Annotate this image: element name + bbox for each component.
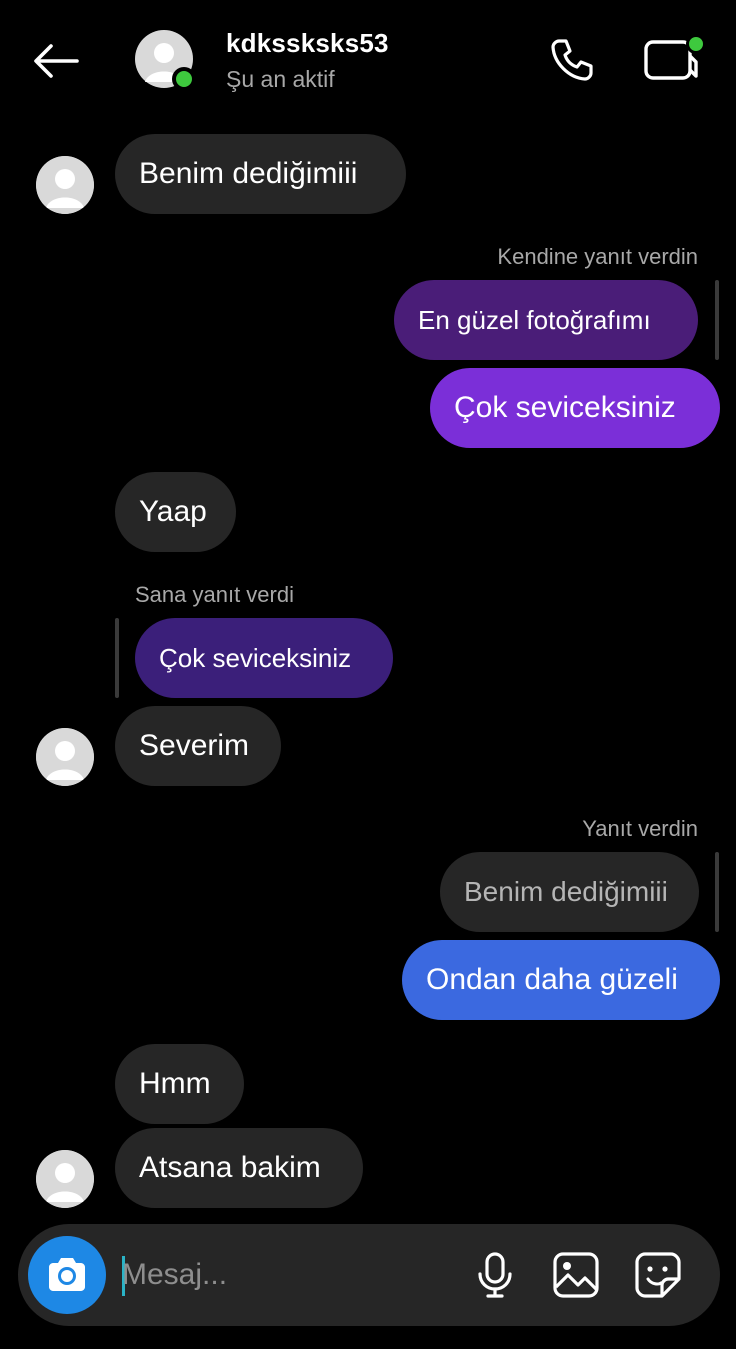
video-call-button[interactable] [640,32,706,88]
reply-label: Yanıt verdin [582,816,698,841]
sticker-button[interactable] [631,1248,685,1302]
message-composer [18,1224,720,1326]
message-text: Çok seviceksiniz [159,642,352,673]
message-text: Hmm [139,1067,211,1100]
message-text: Atsana bakim [139,1151,321,1184]
contact-status: Şu an aktif [226,66,335,92]
incoming-message[interactable]: Hmm [115,1044,244,1124]
sender-avatar[interactable] [36,728,94,786]
avatar-placeholder-icon [36,1150,94,1208]
message-text: Yaap [139,495,207,528]
incoming-message[interactable]: Yaap [115,472,236,552]
incoming-message[interactable]: Benim dediğimiii [115,134,406,214]
message-text: Çok seviceksiniz [454,391,676,424]
quoted-message[interactable]: Çok seviceksiniz [135,618,393,698]
message-input[interactable] [122,1250,442,1300]
incoming-message[interactable]: Severim [115,706,281,786]
phone-icon [551,39,593,81]
message-text: Benim dediğimiii [464,876,668,907]
avatar-placeholder-icon [36,728,94,786]
message-text: Severim [139,729,250,762]
contact-username[interactable]: kdkssksks53 [226,28,389,59]
message-text: Benim dediğimiii [139,157,358,190]
outgoing-message[interactable]: Ondan daha güzeli [402,940,720,1020]
sender-avatar[interactable] [36,1150,94,1208]
quoted-message[interactable]: En güzel fotoğrafımı [394,280,698,360]
voice-message-button[interactable] [468,1248,522,1302]
online-indicator [172,67,196,91]
incoming-message[interactable]: Atsana bakim [115,1128,363,1208]
camera-button[interactable] [28,1236,106,1314]
message-text: En güzel fotoğrafımı [418,304,651,335]
reply-bar [715,852,719,932]
reply-bar [715,280,719,360]
avatar-placeholder-icon [36,156,94,214]
gallery-icon [553,1252,599,1298]
reply-label: Sana yanıt verdi [135,582,294,607]
microphone-icon [478,1252,512,1298]
back-button[interactable] [28,36,84,86]
chat-header: kdkssksks53 Şu an aktif [0,0,736,125]
sticker-icon [635,1252,681,1298]
reply-label: Kendine yanıt verdin [497,244,698,269]
sender-avatar[interactable] [36,156,94,214]
gallery-button[interactable] [549,1248,603,1302]
back-arrow-icon [34,44,79,78]
outgoing-message[interactable]: Çok seviceksiniz [430,368,720,448]
reply-bar [115,618,119,698]
camera-icon [49,1258,85,1291]
voice-call-button[interactable] [546,36,598,84]
video-online-indicator [686,34,706,54]
quoted-message[interactable]: Benim dediğimiii [440,852,699,932]
contact-avatar[interactable] [135,30,196,91]
message-text: Ondan daha güzeli [426,963,678,996]
